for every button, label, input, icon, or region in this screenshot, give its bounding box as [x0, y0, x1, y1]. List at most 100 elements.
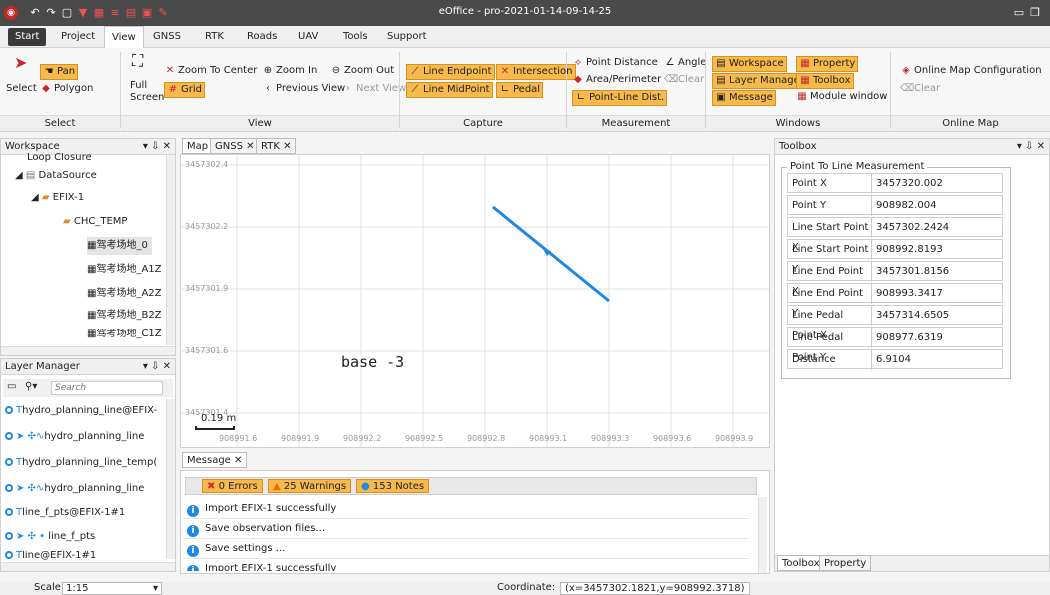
tree-item-efix[interactable]: ◢ ▰ EFIX-1	[31, 189, 84, 207]
message-window-button[interactable]: ▣ Message	[712, 90, 776, 106]
workspace-scrollbar-h[interactable]	[1, 346, 175, 355]
visibility-icon[interactable]	[5, 532, 13, 540]
message-row[interactable]: i Import EFIX-1 successfully	[183, 559, 749, 571]
visibility-icon[interactable]	[5, 508, 13, 516]
online-map-clear-button[interactable]: ⌫Clear	[900, 82, 940, 96]
field-value[interactable]: 908982.004	[872, 196, 1002, 216]
layer-item[interactable]: Thydro_planning_line@EFIX-	[5, 401, 157, 421]
workspace-window-button[interactable]: ▤ Workspace	[712, 56, 787, 72]
close-icon[interactable]: ✕	[283, 141, 291, 152]
layer-item[interactable]: Tline@EFIX-1#1	[5, 551, 96, 561]
line-endpoint-button[interactable]: ⟋ Line Endpoint	[406, 64, 495, 80]
menu-tools[interactable]: Tools	[336, 26, 375, 48]
tree-item-layer[interactable]: ▦驾考场地_0	[87, 237, 152, 255]
tab-message[interactable]: Message ✕	[182, 452, 248, 468]
layer-item[interactable]: Tline_f_pts@EFIX-1#1	[5, 503, 125, 523]
layer-scrollbar-v[interactable]	[166, 399, 175, 559]
field-value[interactable]: 3457301.8156	[872, 262, 1002, 282]
layer-item[interactable]: Thydro_planning_line_temp(	[5, 453, 157, 473]
full-screen-button[interactable]: Full Screen	[130, 80, 164, 104]
line-midpoint-button[interactable]: ⟋ Line MidPoint	[406, 82, 493, 98]
message-scrollbar-v[interactable]	[758, 497, 767, 573]
zoom-center-button[interactable]: ✕ Zoom To Center	[164, 64, 258, 78]
tree-item-loop-closure[interactable]: Loop Closure	[27, 153, 92, 163]
layer-item[interactable]: ➤ ✣∿hydro_planning_line	[5, 427, 144, 447]
errors-filter-button[interactable]: ✖ 0 Errors	[202, 479, 263, 493]
search-icon[interactable]: ⚲▾	[25, 381, 37, 392]
layer-item[interactable]: ➤ ✣ • line_f_pts	[5, 527, 95, 547]
property-window-button[interactable]: ▦ Property	[796, 56, 859, 72]
tab-rtk[interactable]: RTK ✕	[256, 138, 297, 154]
menu-project[interactable]: Project	[54, 26, 102, 48]
menu-support[interactable]: Support	[380, 26, 434, 48]
visibility-icon[interactable]	[5, 458, 13, 466]
visibility-icon[interactable]	[5, 432, 13, 440]
point-line-dist-button[interactable]: ∟ Point-Line Dist.	[572, 90, 668, 106]
tree-item-layer[interactable]: ▦驾考场地_A1Z	[87, 261, 162, 279]
polygon-button[interactable]: ◆ Polygon	[40, 82, 93, 96]
layer-file-icon[interactable]: ▭	[7, 381, 16, 392]
map-canvas[interactable]: 3457302.4 3457302.2 3457301.9 3457301.6 3457…	[180, 154, 770, 448]
scale-select[interactable]: 1:15 ▾	[62, 582, 162, 595]
minimize-icon[interactable]: ▭	[1012, 6, 1026, 20]
layer-search-input[interactable]	[51, 381, 163, 395]
pin-close-icon[interactable]: ▾ ⇩ ✕	[143, 139, 171, 154]
measure-clear-button[interactable]: ⌫Clear	[664, 73, 704, 87]
menu-start[interactable]: Start	[8, 28, 47, 46]
message-row[interactable]: i Import EFIX-1 successfully	[183, 499, 749, 519]
layer-item[interactable]: ➤ ✣∿hydro_planning_line	[5, 479, 144, 499]
menu-uav[interactable]: UAV	[291, 26, 325, 48]
tree-item-chc-temp[interactable]: ▰ CHC_TEMP	[63, 213, 127, 231]
tree-item-layer[interactable]: ▦驾考场地_B2Z	[87, 307, 162, 325]
expand-icon[interactable]: ◢	[15, 170, 23, 181]
measured-line[interactable]	[492, 205, 610, 303]
menu-rtk[interactable]: RTK	[198, 26, 231, 48]
zoom-out-button[interactable]: ⊖ Zoom Out	[330, 64, 394, 78]
menu-roads[interactable]: Roads	[240, 26, 284, 48]
close-icon[interactable]: ✕	[246, 141, 254, 152]
toolbox-window-button[interactable]: ▦ Toolbox	[796, 73, 854, 89]
message-row[interactable]: i Save observation files...	[183, 519, 749, 539]
intersection-button[interactable]: ✕ Intersection	[496, 64, 576, 80]
online-map-config-button[interactable]: ◈ Online Map Configuration	[900, 64, 1041, 78]
module-window-button[interactable]: ▦ Module window	[796, 90, 887, 104]
field-value[interactable]: 908993.3417	[872, 284, 1002, 304]
notes-filter-button[interactable]: ● 153 Notes	[356, 479, 430, 493]
field-value[interactable]: 3457302.2424	[872, 218, 1002, 238]
message-row[interactable]: i Save settings ...	[183, 539, 749, 559]
menu-view[interactable]: View	[104, 26, 144, 48]
field-value[interactable]: 6.9104	[872, 350, 1002, 370]
angle-button[interactable]: ∠ Angle	[664, 56, 707, 70]
expand-icon[interactable]: ◢	[31, 192, 39, 203]
workspace-scrollbar-v[interactable]	[166, 155, 175, 345]
area-perimeter-button[interactable]: ◆ Area/Perimeter	[572, 73, 661, 87]
layer-scrollbar-h[interactable]	[1, 562, 175, 571]
field-value[interactable]: 3457320.002	[872, 174, 1002, 194]
visibility-icon[interactable]	[5, 551, 13, 559]
point-distance-button[interactable]: ⟡ Point Distance	[572, 56, 658, 70]
menu-gnss[interactable]: GNSS	[146, 26, 188, 48]
grid-button[interactable]: # Grid	[164, 82, 205, 98]
pin-close-icon[interactable]: ▾ ⇩ ✕	[1017, 139, 1045, 154]
field-value[interactable]: 3457314.6505	[872, 306, 1002, 326]
pedal-button[interactable]: ∟ Pedal	[496, 82, 544, 98]
map-svg[interactable]: 3457302.43457302.23457301.93457301.63457…	[181, 155, 769, 447]
visibility-icon[interactable]	[5, 406, 13, 414]
previous-view-button[interactable]: ‹ Previous View	[262, 82, 345, 96]
pan-button[interactable]: ☚ Pan	[40, 64, 79, 80]
tab-map[interactable]: Map	[182, 138, 214, 154]
tree-item-layer[interactable]: ▦驾考场地_C1Z	[87, 329, 162, 339]
field-value[interactable]: 908977.6319	[872, 328, 1002, 348]
layer-manager-window-button[interactable]: ▤ Layer Manager	[712, 73, 807, 89]
tree-item-layer[interactable]: ▦驾考场地_A2Z	[87, 285, 162, 303]
close-icon[interactable]: ✕	[234, 455, 242, 466]
visibility-icon[interactable]	[5, 484, 13, 492]
tab-toolbox[interactable]: Toolbox	[777, 555, 825, 571]
select-button[interactable]: Select	[6, 82, 37, 96]
tab-gnss[interactable]: GNSS ✕	[210, 138, 260, 154]
restore-icon[interactable]: ❐	[1028, 6, 1042, 20]
pin-close-icon[interactable]: ▾ ⇩ ✕	[143, 359, 171, 374]
next-view-button[interactable]: › Next View	[342, 82, 406, 96]
tree-item-datasource[interactable]: ◢ ▤ DataSource	[15, 167, 97, 185]
zoom-in-button[interactable]: ⊕ Zoom In	[262, 64, 318, 78]
